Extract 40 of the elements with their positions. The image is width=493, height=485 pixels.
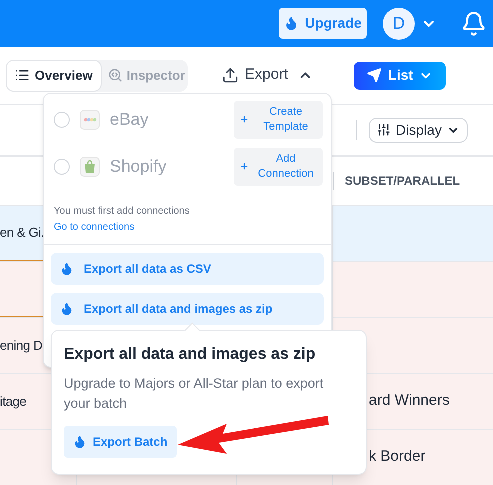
sliders-icon [377,123,392,137]
table-cell-text: ard Winners [369,391,450,412]
table-cell-text: ening D [0,336,43,355]
connection-action-button[interactable]: Add Connection [234,148,323,186]
upgrade-button[interactable]: Upgrade [279,8,367,39]
table-cell-text: en & Gi. [0,224,44,242]
upload-icon [222,67,239,84]
table-cell-text: itage [0,392,27,411]
avatar[interactable]: D [383,8,415,40]
note-text: You must first add connections [54,205,191,219]
export-option-button[interactable]: Export all data as CSV [51,253,324,285]
notification-bell-icon[interactable] [461,10,487,36]
list-icon [15,68,30,83]
flame-icon [284,16,300,31]
popover-text: Upgrade to Majors or All-Star plan to export your batch [64,375,325,413]
radio-button[interactable] [54,112,70,128]
connection-name: Shopify [110,156,167,178]
flame-icon [73,435,87,449]
connection-action-button[interactable]: Create Template [234,100,323,138]
radio-button[interactable] [54,158,70,174]
connections-link[interactable]: Go to connections [54,220,323,235]
shopping-bag-icon [80,156,100,176]
popover-title: Export all data and images as zip [64,345,317,365]
export-button[interactable]: Export [222,60,314,90]
column-header: SUBSET/PARALLEL [345,173,460,190]
ebay-logo-icon [80,110,100,130]
table-cell-text: k Border [369,447,426,468]
paper-plane-icon [367,68,382,83]
export-option-button[interactable]: Export all data and images as zip [51,293,324,325]
plus-icon [240,115,249,124]
inspector-icon [108,68,123,83]
display-button[interactable]: Display [369,118,468,142]
view-tab[interactable]: Overview [6,60,102,92]
plus-icon [240,162,249,171]
view-tab[interactable]: Inspector [102,60,192,92]
flame-icon [60,262,74,276]
export-batch-button[interactable]: Export Batch [64,426,177,458]
connection-name: eBay [110,108,149,131]
flame-icon [60,302,74,316]
list-button[interactable]: List [354,62,446,90]
